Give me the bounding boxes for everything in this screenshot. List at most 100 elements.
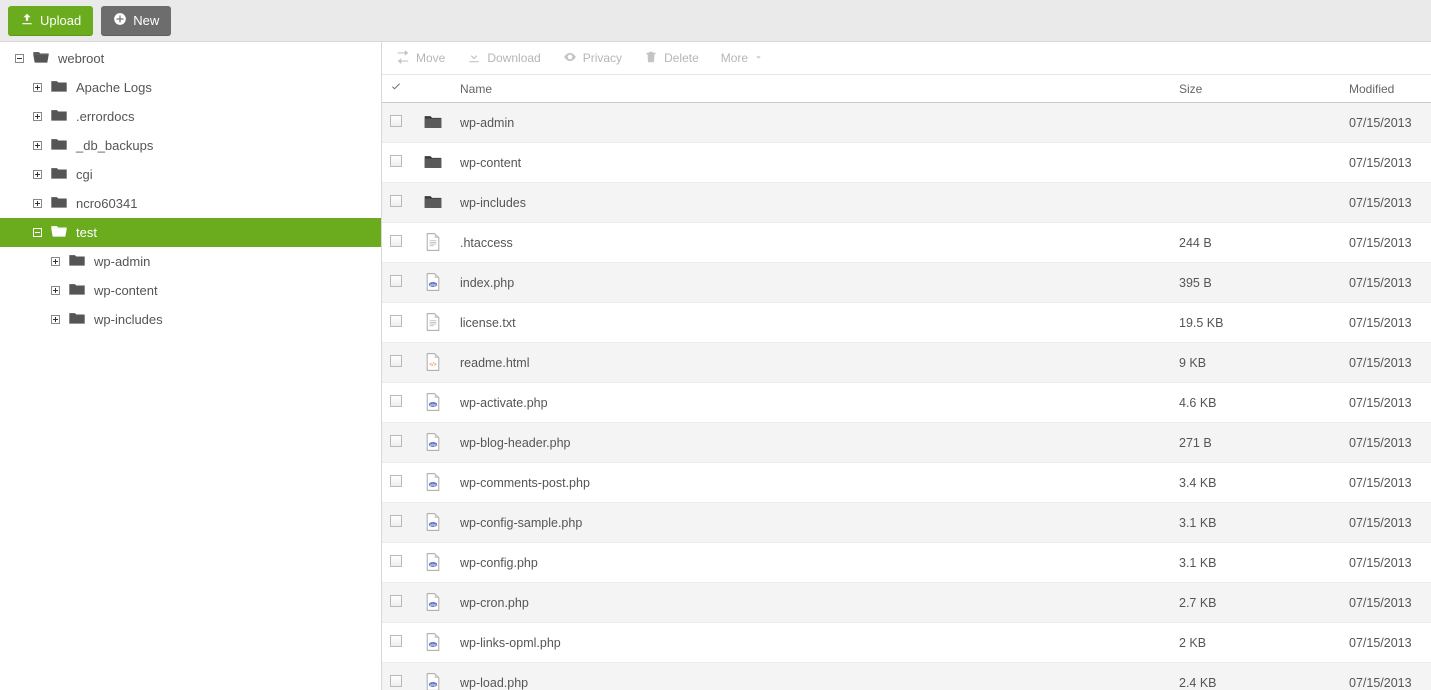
- tree-item[interactable]: wp-includes: [0, 305, 381, 334]
- action-bar: Move Download Privacy Delete More: [382, 42, 1431, 75]
- tree-item[interactable]: test: [0, 218, 381, 247]
- collapse-icon[interactable]: [32, 228, 42, 238]
- row-checkbox[interactable]: [390, 635, 402, 647]
- tree-item[interactable]: wp-content: [0, 276, 381, 305]
- file-row[interactable]: wp-comments-post.php3.4 KB07/15/2013: [382, 463, 1431, 503]
- delete-action[interactable]: Delete: [644, 50, 699, 67]
- privacy-action[interactable]: Privacy: [563, 50, 622, 67]
- tree-item[interactable]: cgi: [0, 160, 381, 189]
- tree-item-label: wp-admin: [94, 254, 150, 269]
- file-row[interactable]: license.txt19.5 KB07/15/2013: [382, 303, 1431, 343]
- more-action[interactable]: More: [721, 51, 763, 65]
- expand-icon[interactable]: [50, 257, 60, 267]
- php-icon: [422, 671, 444, 690]
- expand-icon[interactable]: [50, 286, 60, 296]
- collapse-icon[interactable]: [14, 54, 24, 64]
- row-checkbox[interactable]: [390, 475, 402, 487]
- privacy-label: Privacy: [583, 51, 622, 65]
- row-checkbox[interactable]: [390, 515, 402, 527]
- file-row[interactable]: wp-includes07/15/2013: [382, 183, 1431, 223]
- row-checkbox[interactable]: [390, 275, 402, 287]
- file-size: 2 KB: [1171, 623, 1341, 663]
- expand-icon[interactable]: [32, 83, 42, 93]
- folder-icon: [50, 108, 68, 125]
- file-row[interactable]: wp-config.php3.1 KB07/15/2013: [382, 543, 1431, 583]
- tree-item[interactable]: wp-admin: [0, 247, 381, 276]
- file-modified: 07/15/2013: [1341, 263, 1431, 303]
- col-name[interactable]: Name: [452, 75, 1171, 103]
- file-modified: 07/15/2013: [1341, 343, 1431, 383]
- expand-icon[interactable]: [32, 199, 42, 209]
- tree-item-label: cgi: [76, 167, 93, 182]
- file-modified: 07/15/2013: [1341, 303, 1431, 343]
- file-row[interactable]: wp-cron.php2.7 KB07/15/2013: [382, 583, 1431, 623]
- file-name: readme.html: [452, 343, 1171, 383]
- file-row[interactable]: wp-links-opml.php2 KB07/15/2013: [382, 623, 1431, 663]
- tree-item-label: webroot: [58, 51, 104, 66]
- tree-item[interactable]: Apache Logs: [0, 73, 381, 102]
- new-label: New: [133, 13, 159, 28]
- expand-icon[interactable]: [50, 315, 60, 325]
- row-checkbox[interactable]: [390, 355, 402, 367]
- row-checkbox[interactable]: [390, 595, 402, 607]
- download-action[interactable]: Download: [467, 50, 540, 67]
- file-row[interactable]: wp-blog-header.php271 B07/15/2013: [382, 423, 1431, 463]
- php-icon: [422, 511, 444, 533]
- select-all-icon[interactable]: [390, 82, 402, 96]
- php-icon: [422, 431, 444, 453]
- file-name: index.php: [452, 263, 1171, 303]
- tree-item[interactable]: ncro60341: [0, 189, 381, 218]
- file-modified: 07/15/2013: [1341, 103, 1431, 143]
- folder-open-icon: [50, 224, 68, 241]
- row-checkbox[interactable]: [390, 155, 402, 167]
- php-icon: [422, 631, 444, 653]
- tree-item[interactable]: _db_backups: [0, 131, 381, 160]
- col-modified[interactable]: Modified: [1341, 75, 1431, 103]
- eye-icon: [563, 50, 577, 67]
- file-row[interactable]: readme.html9 KB07/15/2013: [382, 343, 1431, 383]
- tree-item[interactable]: webroot: [0, 44, 381, 73]
- main-panel: Move Download Privacy Delete More: [382, 42, 1431, 690]
- row-checkbox[interactable]: [390, 675, 402, 687]
- file-row[interactable]: wp-content07/15/2013: [382, 143, 1431, 183]
- expand-icon[interactable]: [32, 141, 42, 151]
- file-modified: 07/15/2013: [1341, 383, 1431, 423]
- col-size[interactable]: Size: [1171, 75, 1341, 103]
- file-name: wp-comments-post.php: [452, 463, 1171, 503]
- file-row[interactable]: .htaccess244 B07/15/2013: [382, 223, 1431, 263]
- folder-icon: [50, 79, 68, 96]
- row-checkbox[interactable]: [390, 235, 402, 247]
- file-modified: 07/15/2013: [1341, 463, 1431, 503]
- expand-icon[interactable]: [32, 170, 42, 180]
- tree-item-label: Apache Logs: [76, 80, 152, 95]
- row-checkbox[interactable]: [390, 195, 402, 207]
- folder-icon: [422, 191, 444, 213]
- file-size: 3.4 KB: [1171, 463, 1341, 503]
- upload-button[interactable]: Upload: [8, 6, 93, 36]
- more-label: More: [721, 51, 748, 65]
- file-row[interactable]: wp-config-sample.php3.1 KB07/15/2013: [382, 503, 1431, 543]
- expand-icon[interactable]: [32, 112, 42, 122]
- folder-icon: [50, 166, 68, 183]
- file-size: 2.4 KB: [1171, 663, 1341, 690]
- tree-item[interactable]: .errordocs: [0, 102, 381, 131]
- row-checkbox[interactable]: [390, 435, 402, 447]
- file-row[interactable]: wp-activate.php4.6 KB07/15/2013: [382, 383, 1431, 423]
- file-row[interactable]: wp-admin07/15/2013: [382, 103, 1431, 143]
- php-icon: [422, 551, 444, 573]
- row-checkbox[interactable]: [390, 315, 402, 327]
- file-row[interactable]: wp-load.php2.4 KB07/15/2013: [382, 663, 1431, 690]
- download-icon: [467, 50, 481, 67]
- tree-item-label: .errordocs: [76, 109, 135, 124]
- tree-item-label: ncro60341: [76, 196, 137, 211]
- row-checkbox[interactable]: [390, 395, 402, 407]
- file-name: wp-config.php: [452, 543, 1171, 583]
- folder-icon: [422, 111, 444, 133]
- move-action[interactable]: Move: [396, 50, 445, 67]
- file-row[interactable]: index.php395 B07/15/2013: [382, 263, 1431, 303]
- row-checkbox[interactable]: [390, 115, 402, 127]
- php-icon: [422, 591, 444, 613]
- new-button[interactable]: New: [101, 6, 171, 36]
- file-table: Name Size Modified wp-admin07/15/2013wp-…: [382, 75, 1431, 690]
- row-checkbox[interactable]: [390, 555, 402, 567]
